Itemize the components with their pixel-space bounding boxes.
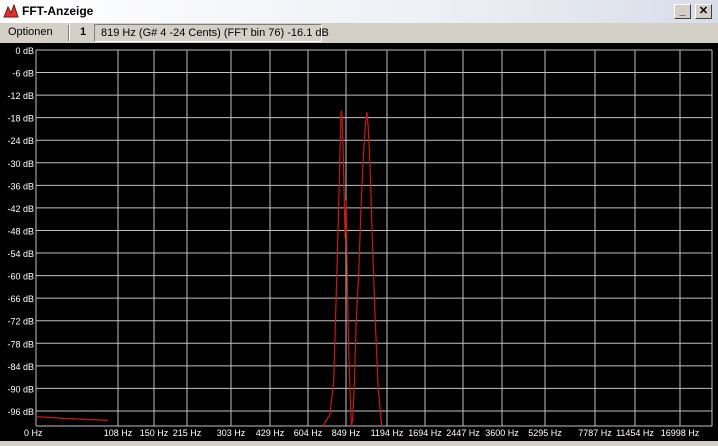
app-icon — [3, 4, 19, 18]
x-tick-label: 7787 Hz — [578, 428, 612, 438]
fft-plot[interactable]: 0 dB -6 dB -12 dB -18 dB -24 dB -30 dB -36 dB -… — [0, 43, 718, 441]
x-tick-label: 16998 Hz — [661, 428, 700, 438]
y-tick-label: -48 dB — [7, 226, 34, 236]
y-tick-label: -66 dB — [7, 294, 34, 304]
x-tick-label: 108 Hz — [104, 428, 133, 438]
x-tick-label: 215 Hz — [173, 428, 202, 438]
y-tick-label: -24 dB — [7, 136, 34, 146]
y-tick-label: -30 dB — [7, 159, 34, 169]
plot-background — [0, 43, 718, 441]
channel-indicator[interactable]: 1 — [80, 26, 86, 38]
x-tick-label: 2447 Hz — [446, 428, 480, 438]
x-tick-label: 3600 Hz — [485, 428, 519, 438]
peak-readout: 819 Hz (G# 4 -24 Cents) (FFT bin 76) -16… — [94, 24, 329, 42]
y-tick-label: 0 dB — [15, 46, 34, 56]
spectrum-chart[interactable]: 0 dB -6 dB -12 dB -18 dB -24 dB -30 dB -36 dB -… — [0, 43, 718, 441]
y-tick-label: -54 dB — [7, 249, 34, 259]
x-tick-label: 1694 Hz — [408, 428, 442, 438]
y-tick-label: -78 dB — [7, 339, 34, 349]
fft-window: FFT-Anzeige _ ✕ Optionen 1 819 Hz (G# 4 … — [0, 0, 718, 441]
x-tick-label: 849 Hz — [332, 428, 361, 438]
x-tick-label: 150 Hz — [140, 428, 169, 438]
close-button[interactable]: ✕ — [695, 4, 712, 19]
minimize-button[interactable]: _ — [674, 4, 691, 19]
x-tick-label: 5295 Hz — [528, 428, 562, 438]
x-tick-label: 303 Hz — [217, 428, 246, 438]
y-tick-label: -72 dB — [7, 317, 34, 327]
y-tick-label: -60 dB — [7, 272, 34, 282]
toolbar: Optionen 1 819 Hz (G# 4 -24 Cents) (FFT … — [0, 23, 718, 43]
options-menu[interactable]: Optionen — [8, 26, 53, 38]
y-tick-label: -36 dB — [7, 181, 34, 191]
y-tick-label: -12 dB — [7, 91, 34, 101]
y-tick-label: -6 dB — [12, 69, 34, 79]
x-tick-label: 429 Hz — [256, 428, 285, 438]
x-tick-label: 1194 Hz — [371, 428, 404, 438]
y-tick-label: -18 dB — [7, 114, 34, 124]
x-tick-label: 604 Hz — [294, 428, 323, 438]
y-tick-label: -84 dB — [7, 362, 34, 372]
x-tick-label: 0 Hz — [24, 428, 43, 438]
toolbar-separator — [68, 25, 70, 41]
x-tick-label: 11454 Hz — [616, 428, 654, 438]
y-tick-label: -90 dB — [7, 384, 34, 394]
window-title: FFT-Anzeige — [22, 4, 94, 18]
y-tick-label: -42 dB — [7, 204, 34, 214]
title-bar[interactable]: FFT-Anzeige _ ✕ — [0, 0, 718, 24]
y-tick-label: -96 dB — [7, 407, 34, 417]
